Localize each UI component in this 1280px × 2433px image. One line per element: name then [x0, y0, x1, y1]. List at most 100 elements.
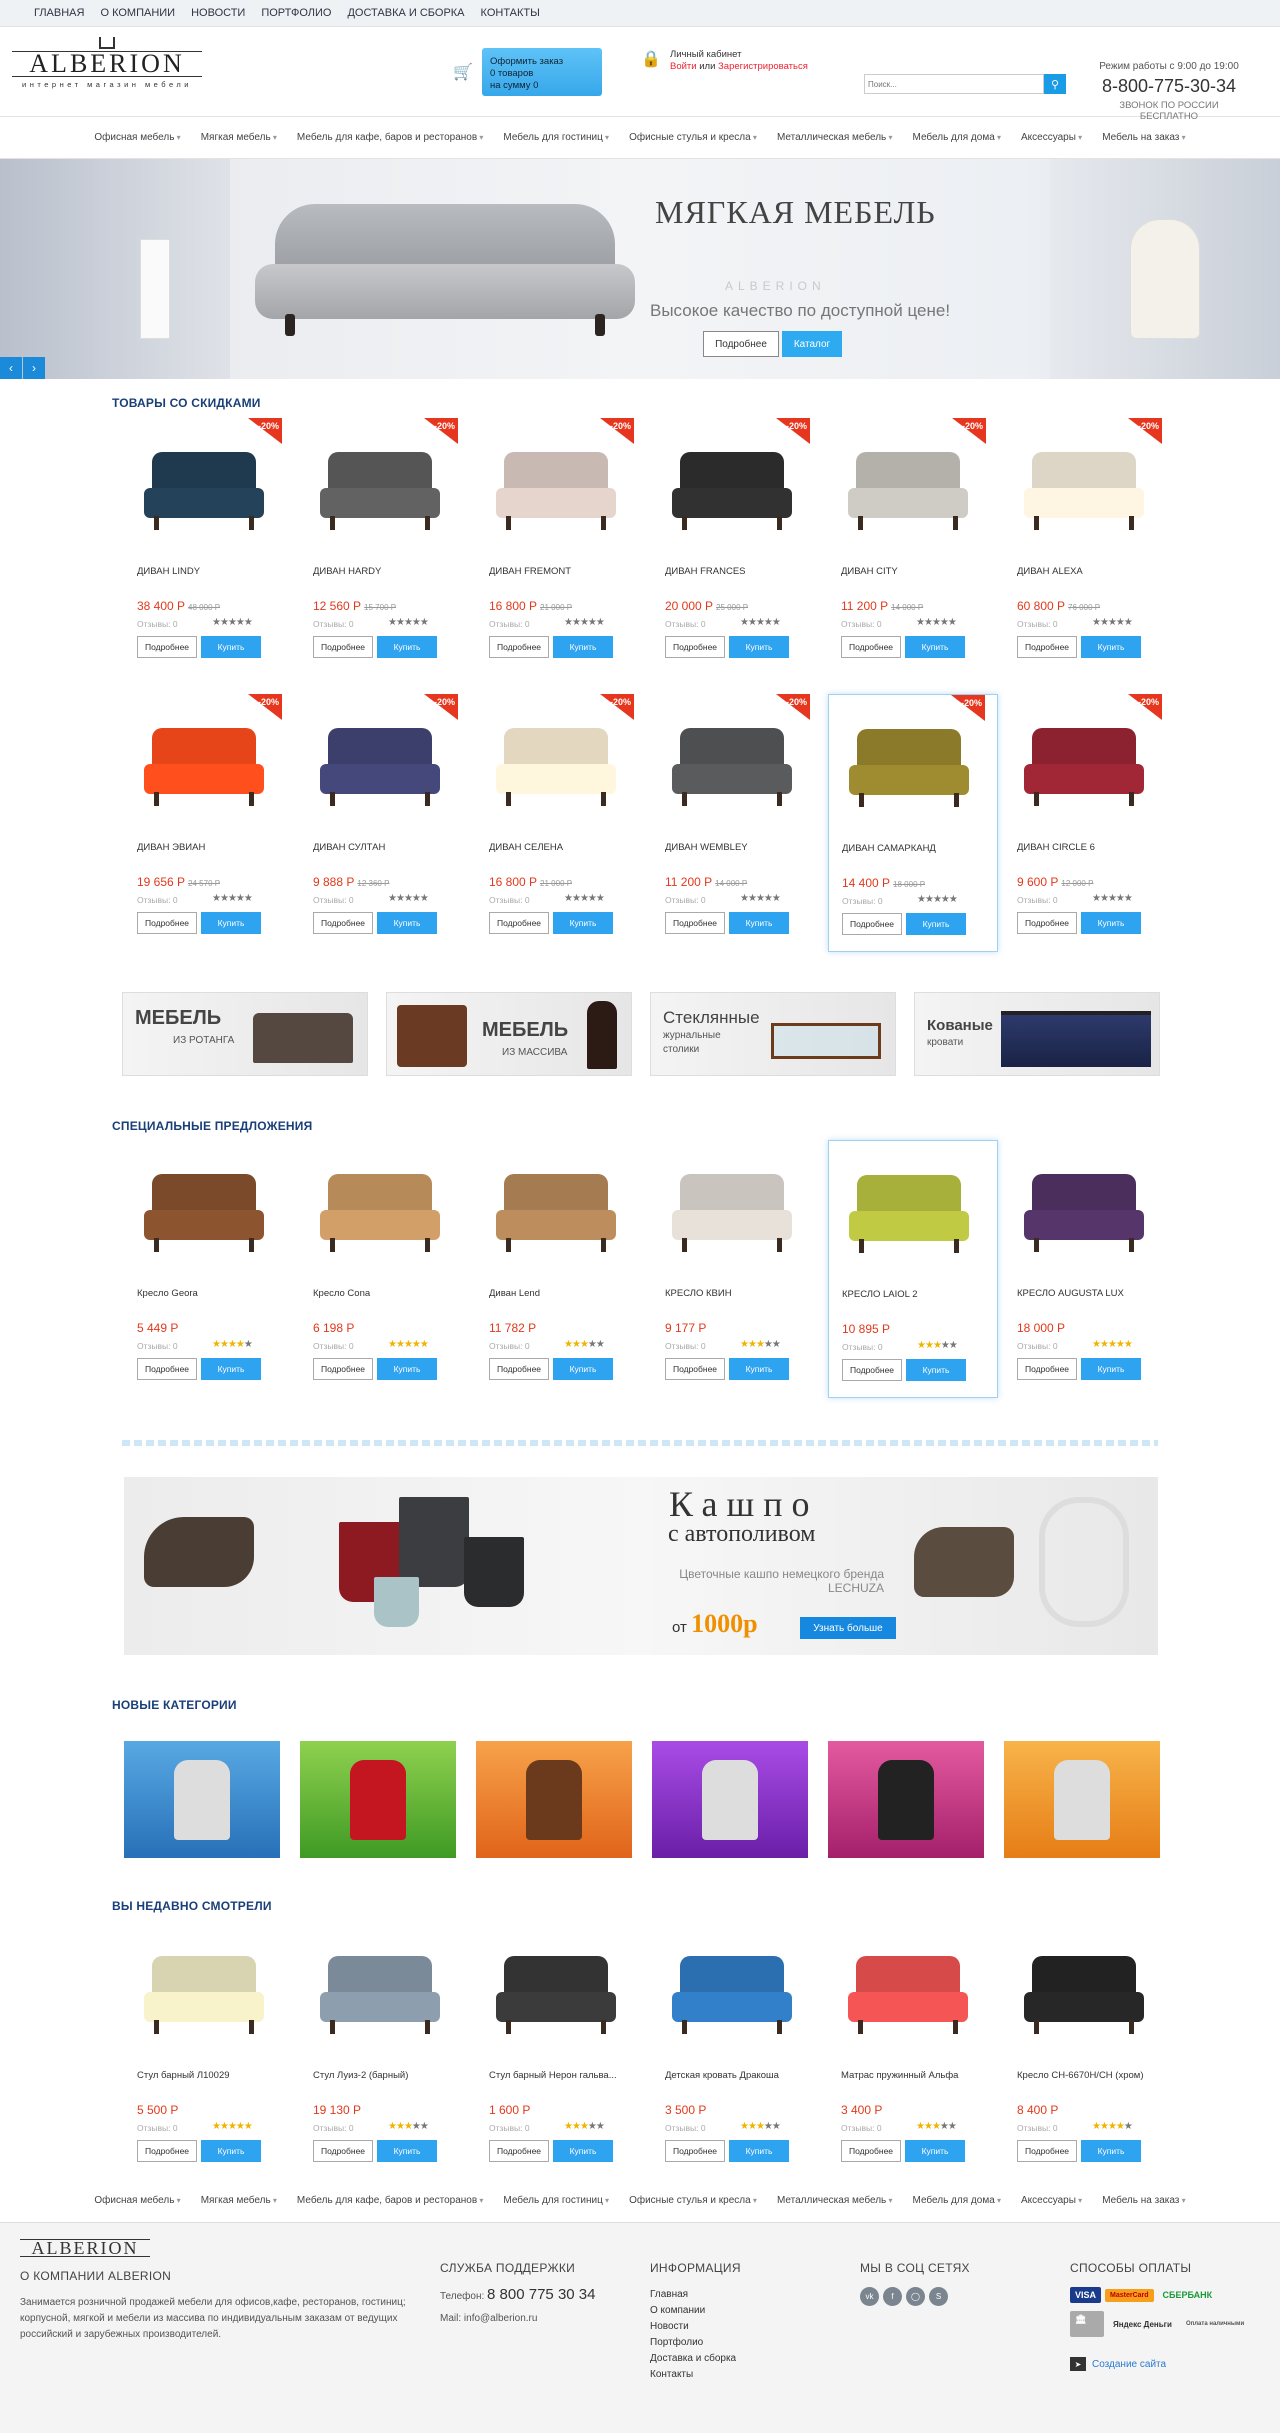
details-button[interactable]: Подробнее [313, 636, 373, 658]
footer-email[interactable]: info@alberion.ru [464, 2313, 538, 2324]
buy-button[interactable]: Купить [377, 636, 437, 658]
product-card[interactable]: Кресло Cona 6 198 Р Отзывы: 0 ★★★★★ Подробне… [300, 1140, 470, 1398]
promo-solid-wood[interactable]: МЕБЕЛЬ ИЗ МАССИВА [386, 992, 632, 1076]
footer-link-contacts[interactable]: Контакты [650, 2367, 741, 2383]
tile-office-chairs[interactable] [124, 1741, 280, 1858]
footnav-office[interactable]: Офисная мебель [84, 2195, 190, 2206]
footnav-chairs[interactable]: Офисные стулья и кресла [619, 2195, 767, 2206]
product-card[interactable]: КРЕСЛО КВИН 9 177 Р Отзывы: 0 ★★★★★ Подробне… [652, 1140, 822, 1398]
catnav-metal[interactable]: Металлическая мебель [767, 132, 903, 143]
product-image[interactable] [838, 432, 978, 542]
product-card[interactable]: -20% ДИВАН ALEXA 60 800 Р 76 000 Р Отзывы: 0… [1004, 418, 1174, 676]
buy-button[interactable]: Купить [729, 636, 789, 658]
details-button[interactable]: Подробнее [137, 2140, 197, 2162]
product-image[interactable] [662, 1154, 802, 1264]
product-image[interactable] [310, 708, 450, 818]
header-phone[interactable]: 8-800-775-30-34 [1094, 76, 1244, 97]
product-image[interactable] [662, 432, 802, 542]
footer-link-portfolio[interactable]: Портфолио [650, 2335, 741, 2351]
product-image[interactable] [662, 1936, 802, 2046]
footer-logo[interactable]: ALBERION [20, 2239, 150, 2257]
details-button[interactable]: Подробнее [665, 636, 725, 658]
footer-phone[interactable]: 8 800 775 30 34 [487, 2286, 595, 2303]
buy-button[interactable]: Купить [553, 1358, 613, 1380]
footnav-soft[interactable]: Мягкая мебель [191, 2195, 287, 2206]
details-button[interactable]: Подробнее [137, 1358, 197, 1380]
product-name[interactable]: Кресло CH-6670H/CH (хром) [1017, 2070, 1143, 2081]
product-card[interactable]: -20% ДИВАН FRANCES 20 000 Р 25 000 Р Отзывы:… [652, 418, 822, 676]
details-button[interactable]: Подробнее [1017, 2140, 1077, 2162]
product-name[interactable]: ДИВАН СЕЛЕНА [489, 842, 563, 853]
topnav-news[interactable]: НОВОСТИ [191, 7, 245, 19]
product-name[interactable]: Стул барный Л10029 [137, 2070, 230, 2081]
catnav-hotel[interactable]: Мебель для гостиниц [493, 132, 619, 143]
chevron-right-icon[interactable]: › [23, 357, 45, 379]
product-card[interactable]: -20% ДИВАН САМАРКАНД 14 400 Р 18 000 Р Отзыв… [828, 694, 998, 952]
product-name[interactable]: ДИВАН СУЛТАН [313, 842, 385, 853]
promo-glass-tables[interactable]: Стеклянные журнальные столики [650, 992, 896, 1076]
buy-button[interactable]: Купить [201, 636, 261, 658]
login-link[interactable]: Войти [670, 61, 697, 72]
product-name[interactable]: ДИВАН LINDY [137, 566, 200, 577]
buy-button[interactable]: Купить [906, 1359, 966, 1381]
footnav-custom[interactable]: Мебель на заказ [1092, 2195, 1195, 2206]
footnav-hotel[interactable]: Мебель для гостиниц [493, 2195, 619, 2206]
footnav-cafe[interactable]: Мебель для кафе, баров и ресторанов [287, 2195, 493, 2206]
details-button[interactable]: Подробнее [489, 2140, 549, 2162]
banner-catalog-button[interactable]: Каталог [782, 331, 842, 357]
product-name[interactable]: КРЕСЛО AUGUSTA LUX [1017, 1288, 1124, 1299]
details-button[interactable]: Подробнее [137, 912, 197, 934]
product-image[interactable] [1014, 1154, 1154, 1264]
topnav-delivery[interactable]: ДОСТАВКА И СБОРКА [347, 7, 464, 19]
footer-link-about[interactable]: О компании [650, 2303, 741, 2319]
buy-button[interactable]: Купить [553, 2140, 613, 2162]
topnav-portfolio[interactable]: ПОРТФОЛИО [261, 7, 331, 19]
catnav-office[interactable]: Офисная мебель [84, 132, 190, 143]
details-button[interactable]: Подробнее [841, 636, 901, 658]
product-card[interactable]: Стул Луиз-2 (барный) 19 130 Р Отзывы: 0 ★★★… [300, 1922, 470, 2180]
product-card[interactable]: Детская кровать Дракоша 3 500 Р Отзывы: 0 ★… [652, 1922, 822, 2180]
buy-button[interactable]: Купить [1081, 912, 1141, 934]
promo-rattan[interactable]: МЕБЕЛЬ ИЗ РОТАНГА [122, 992, 368, 1076]
buy-button[interactable]: Купить [201, 2140, 261, 2162]
product-name[interactable]: Стул барный Нерон гальва... [489, 2070, 617, 2081]
details-button[interactable]: Подробнее [489, 1358, 549, 1380]
vk-icon[interactable]: vk [860, 2287, 879, 2306]
details-button[interactable]: Подробнее [1017, 1358, 1077, 1380]
product-image[interactable] [838, 1936, 978, 2046]
product-card[interactable]: Стул барный Нерон гальва... 1 600 Р Отзывы… [476, 1922, 646, 2180]
product-image[interactable] [134, 1936, 274, 2046]
details-button[interactable]: Подробнее [313, 912, 373, 934]
product-name[interactable]: ДИВАН FRANCES [665, 566, 746, 577]
product-card[interactable]: -20% ДИВАН HARDY 12 560 Р 15 700 Р Отзывы: 0… [300, 418, 470, 676]
product-card[interactable]: -20% ДИВАН СЕЛЕНА 16 800 Р 21 000 Р Отзывы: … [476, 694, 646, 952]
site-logo[interactable]: ALBERION интернет магазин мебели [12, 37, 202, 89]
footer-link-news[interactable]: Новости [650, 2319, 741, 2335]
buy-button[interactable]: Купить [201, 1358, 261, 1380]
kashpo-banner[interactable]: Кашпо с автополивом Цветочные кашпо неме… [124, 1477, 1158, 1655]
product-card[interactable]: -20% ДИВАН СУЛТАН 9 888 Р 12 360 Р Отзывы: 0… [300, 694, 470, 952]
product-name[interactable]: ДИВАН FREMONT [489, 566, 571, 577]
banner-more-button[interactable]: Подробнее [703, 331, 779, 357]
product-card[interactable]: КРЕСЛО AUGUSTA LUX 18 000 Р Отзывы: 0 ★★★★★… [1004, 1140, 1174, 1398]
product-name[interactable]: ДИВАН CIRCLE 6 [1017, 842, 1095, 853]
product-image[interactable] [1014, 432, 1154, 542]
search-button[interactable]: ⚲ [1044, 74, 1066, 94]
product-name[interactable]: ДИВАН ALEXA [1017, 566, 1083, 577]
product-card[interactable]: Кресло CH-6670H/CH (хром) 8 400 Р Отзывы: … [1004, 1922, 1174, 2180]
product-image[interactable] [134, 1154, 274, 1264]
details-button[interactable]: Подробнее [841, 2140, 901, 2162]
footer-link-delivery[interactable]: Доставка и сборка [650, 2351, 741, 2367]
facebook-icon[interactable]: f [883, 2287, 902, 2306]
kashpo-more-button[interactable]: Узнать больше [800, 1617, 896, 1639]
catnav-accessories[interactable]: Аксессуары [1011, 132, 1092, 143]
catnav-chairs[interactable]: Офисные стулья и кресла [619, 132, 767, 143]
buy-button[interactable]: Купить [377, 912, 437, 934]
product-image[interactable] [134, 708, 274, 818]
search-input[interactable] [864, 74, 1044, 94]
product-card[interactable]: -20% ДИВАН WEMBLEY 11 200 Р 14 000 Р Отзывы:… [652, 694, 822, 952]
product-card[interactable]: -20% ДИВАН LINDY 38 400 Р 48 000 Р Отзывы: 0… [124, 418, 294, 676]
product-card[interactable]: -20% ДИВАН FREMONT 16 800 Р 21 000 Р Отзывы:… [476, 418, 646, 676]
details-button[interactable]: Подробнее [313, 2140, 373, 2162]
buy-button[interactable]: Купить [201, 912, 261, 934]
